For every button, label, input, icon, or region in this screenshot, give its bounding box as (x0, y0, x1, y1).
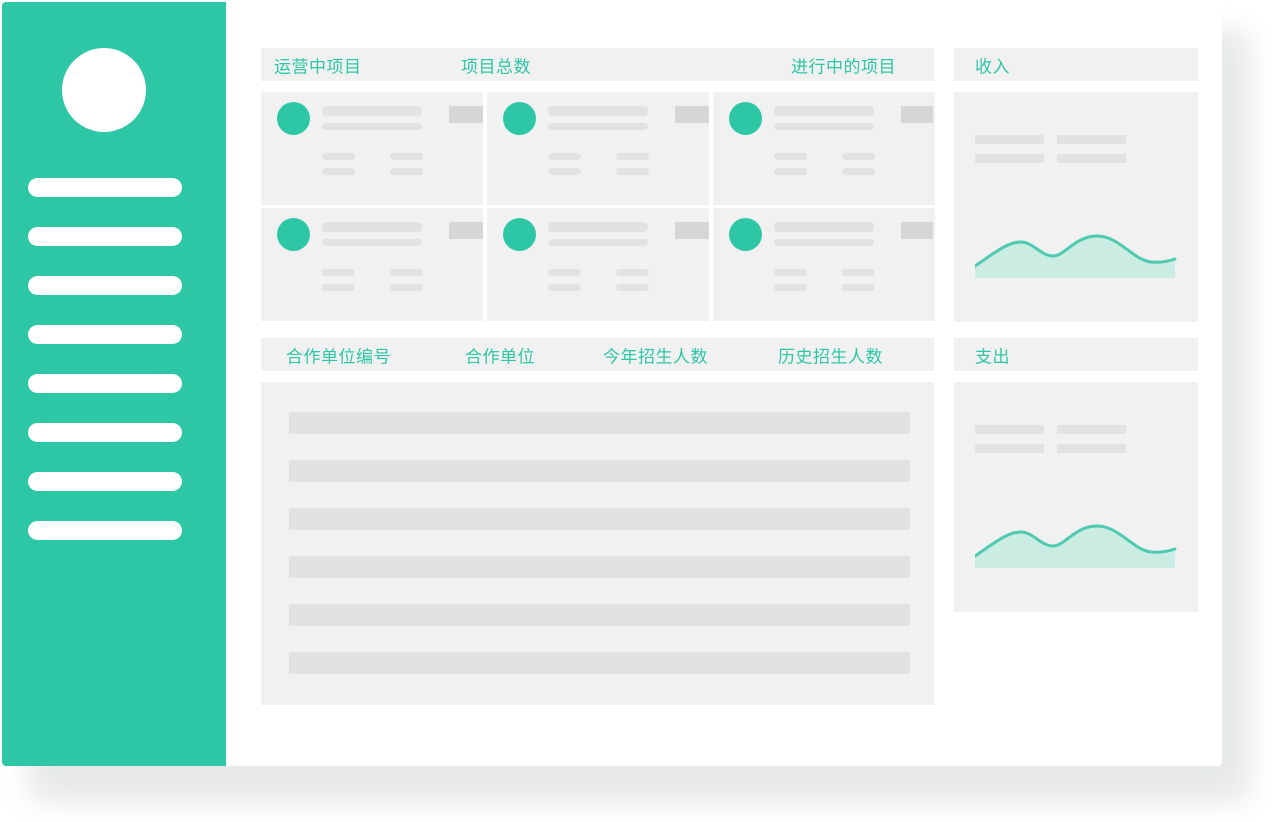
header-in-progress-projects[interactable]: 进行中的项目 (791, 52, 896, 77)
expense-legend-placeholder (975, 425, 1044, 434)
card-stat-placeholder (616, 153, 649, 160)
card-stat-placeholder (548, 269, 581, 276)
header-enrolled-this-year[interactable]: 今年招生人数 (603, 342, 708, 367)
header-partner-id[interactable]: 合作单位编号 (286, 342, 391, 367)
sidebar-item-8[interactable] (28, 521, 182, 540)
project-card[interactable] (487, 208, 709, 321)
card-subtitle-placeholder (548, 123, 648, 130)
sidebar-item-4[interactable] (28, 325, 182, 344)
expense-legend-placeholder (975, 444, 1044, 453)
expense-chart-panel[interactable] (954, 382, 1198, 612)
card-stat-placeholder (390, 269, 423, 276)
card-tag-placeholder (675, 222, 709, 239)
card-subtitle-placeholder (774, 123, 874, 130)
header-total-projects[interactable]: 项目总数 (461, 52, 531, 77)
sidebar-item-6[interactable] (28, 423, 182, 442)
card-title-placeholder (548, 222, 648, 232)
table-row[interactable] (289, 652, 910, 674)
card-subtitle-placeholder (322, 123, 422, 130)
sidebar-item-2[interactable] (28, 227, 182, 246)
sidebar-item-5[interactable] (28, 374, 182, 393)
card-subtitle-placeholder (322, 239, 422, 246)
card-stat-placeholder (842, 153, 875, 160)
card-stat-placeholder (616, 284, 649, 291)
card-tag-placeholder (901, 222, 933, 239)
expense-title[interactable]: 支出 (975, 342, 1010, 367)
header-enrolled-history[interactable]: 历史招生人数 (778, 342, 883, 367)
project-card[interactable] (487, 92, 709, 205)
income-legend-placeholder (1057, 154, 1126, 163)
header-partner-name[interactable]: 合作单位 (465, 342, 535, 367)
card-stat-placeholder (774, 168, 807, 175)
user-avatar-icon[interactable] (62, 48, 146, 132)
card-tag-placeholder (675, 106, 709, 123)
expense-wave-chart (975, 524, 1177, 568)
project-status-dot (729, 102, 762, 135)
expense-legend-placeholder (1057, 444, 1126, 453)
sidebar-item-7[interactable] (28, 472, 182, 491)
sidebar-item-1[interactable] (28, 178, 182, 197)
card-stat-placeholder (390, 284, 423, 291)
card-tag-placeholder (449, 106, 483, 123)
card-stat-placeholder (548, 168, 581, 175)
card-stat-placeholder (842, 269, 875, 276)
card-stat-placeholder (774, 269, 807, 276)
partners-header: 合作单位编号 合作单位 今年招生人数 历史招生人数 (261, 338, 934, 371)
card-tag-placeholder (449, 222, 483, 239)
table-row[interactable] (289, 604, 910, 626)
sidebar (2, 2, 226, 766)
card-stat-placeholder (842, 284, 875, 291)
project-status-dot (503, 218, 536, 251)
card-title-placeholder (322, 222, 422, 232)
income-wave-chart (975, 234, 1177, 278)
table-row[interactable] (289, 460, 910, 482)
partners-table (261, 382, 934, 705)
card-stat-placeholder (842, 168, 875, 175)
card-subtitle-placeholder (774, 239, 874, 246)
project-status-dot (277, 218, 310, 251)
card-stat-placeholder (548, 284, 581, 291)
project-card[interactable] (261, 92, 483, 205)
income-title[interactable]: 收入 (975, 52, 1010, 77)
income-legend-placeholder (975, 154, 1044, 163)
project-card[interactable] (713, 208, 935, 321)
table-row[interactable] (289, 508, 910, 530)
income-legend-placeholder (1057, 135, 1126, 144)
card-title-placeholder (774, 222, 874, 232)
card-stat-placeholder (322, 269, 355, 276)
expense-legend-placeholder (1057, 425, 1126, 434)
card-title-placeholder (774, 106, 874, 116)
project-status-dot (729, 218, 762, 251)
income-chart-panel[interactable] (954, 92, 1198, 322)
projects-header: 运营中项目 项目总数 进行中的项目 (261, 48, 934, 81)
table-row[interactable] (289, 412, 910, 434)
project-card[interactable] (261, 208, 483, 321)
card-stat-placeholder (322, 153, 355, 160)
card-stat-placeholder (390, 153, 423, 160)
expense-header: 支出 (954, 338, 1198, 371)
income-header: 收入 (954, 48, 1198, 81)
header-running-projects[interactable]: 运营中项目 (274, 52, 362, 77)
card-stat-placeholder (322, 284, 355, 291)
project-status-dot (277, 102, 310, 135)
card-title-placeholder (548, 106, 648, 116)
card-stat-placeholder (322, 168, 355, 175)
app-window: 运营中项目 项目总数 进行中的项目 收入 合作单位编号 合作单位 今年招生人数 … (2, 2, 1222, 766)
card-stat-placeholder (774, 284, 807, 291)
card-stat-placeholder (390, 168, 423, 175)
card-title-placeholder (322, 106, 422, 116)
card-stat-placeholder (774, 153, 807, 160)
sidebar-item-3[interactable] (28, 276, 182, 295)
card-stat-placeholder (616, 168, 649, 175)
project-card[interactable] (713, 92, 935, 205)
project-status-dot (503, 102, 536, 135)
card-subtitle-placeholder (548, 239, 648, 246)
table-row[interactable] (289, 556, 910, 578)
card-stat-placeholder (548, 153, 581, 160)
income-legend-placeholder (975, 135, 1044, 144)
card-stat-placeholder (616, 269, 649, 276)
card-tag-placeholder (901, 106, 933, 123)
